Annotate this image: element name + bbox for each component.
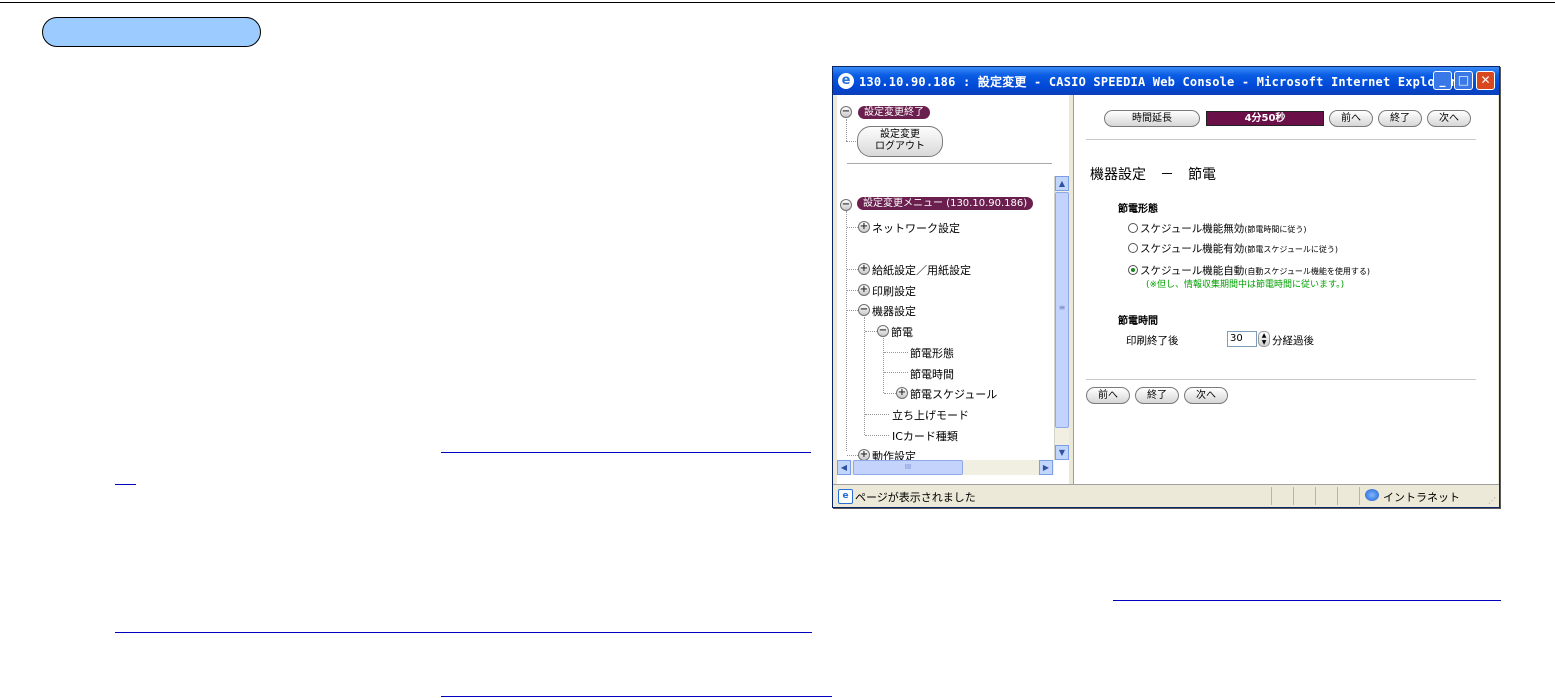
underline-link-1 (441, 452, 811, 453)
menu-frame: − 設定変更終了 設定変更 ログアウト − 設定変更メニュー (130.10.9… (837, 95, 1069, 484)
resize-grip-icon[interactable]: ⋰ (1488, 496, 1496, 505)
status-bar: e ページが表示されました イントラネット ⋰ (833, 484, 1499, 507)
spin-down-icon[interactable]: ▼ (1259, 339, 1269, 346)
option-label: スケジュール機能無効 (1140, 223, 1245, 235)
option-label: スケジュール機能有効 (1140, 243, 1245, 255)
scroll-down-button[interactable]: ▼ (1055, 445, 1069, 460)
mode-section-title: 節電形態 (1118, 204, 1158, 215)
option-note: (節電時間に従う) (1244, 225, 1307, 234)
next-button[interactable]: 次へ (1427, 110, 1471, 127)
close-button[interactable]: ✕ (1476, 71, 1495, 90)
minutes-input[interactable]: 30 (1227, 331, 1257, 347)
auto-note: (※但し、情報収集期間中は節電時間に従います。) (1146, 280, 1345, 290)
divider (847, 163, 1052, 164)
intranet-globe-icon (1365, 489, 1379, 501)
prev-button[interactable]: 前へ (1329, 110, 1373, 127)
hscroll-thumb[interactable]: III (853, 460, 963, 475)
logout-label-2: ログアウト (875, 141, 925, 152)
scroll-left-button[interactable]: ◀ (837, 460, 851, 475)
radio-enabled[interactable] (1128, 243, 1138, 253)
grip-icon: ≡ (1058, 303, 1066, 312)
option-note: (節電スケジュールに従う) (1244, 245, 1338, 254)
title-bar[interactable]: e 130.10.90.186 : 設定変更 - CASIO SPEEDIA W… (833, 67, 1499, 95)
time-section-title: 節電時間 (1118, 316, 1158, 327)
scroll-up-button[interactable]: ▲ (1055, 176, 1069, 191)
after-print-label: 印刷終了後 (1126, 335, 1179, 347)
collapse-icon[interactable]: − (840, 106, 852, 118)
tree-item-device[interactable]: 機器設定 (872, 303, 916, 319)
scroll-right-button[interactable]: ▶ (1039, 460, 1053, 475)
divider (1086, 379, 1476, 380)
bottom-prev-button[interactable]: 前へ (1086, 387, 1130, 404)
timer-display: 4分50秒 (1206, 111, 1324, 126)
hgrip-icon: III (904, 463, 912, 471)
tree-item-network[interactable]: ネットワーク設定 (872, 220, 960, 236)
logout-label-1: 設定変更 (880, 129, 920, 140)
ie-logo-icon: e (838, 73, 854, 89)
end-settings-header[interactable]: 設定変更終了 (858, 106, 930, 119)
section-pill (42, 17, 261, 47)
expand-icon[interactable]: + (858, 284, 870, 296)
option-note: (自動スケジュール機能を使用する) (1244, 267, 1370, 276)
tree-item-iccard[interactable]: ICカード種類 (892, 428, 958, 444)
window-title: 130.10.90.186 : 設定変更 - CASIO SPEEDIA Web… (859, 75, 1458, 89)
vertical-scrollbar[interactable]: ▲ ≡ ▼ (1054, 176, 1069, 460)
tree-item-power-save[interactable]: 節電 (891, 324, 913, 340)
scroll-thumb[interactable]: ≡ (1055, 192, 1069, 428)
bottom-next-button[interactable]: 次へ (1184, 387, 1228, 404)
end-button[interactable]: 終了 (1378, 110, 1422, 127)
option-enabled[interactable]: スケジュール機能有効(節電スケジュールに従う) (1128, 241, 1338, 256)
underline-link-4 (115, 632, 812, 633)
option-disabled[interactable]: スケジュール機能無効(節電時間に従う) (1128, 221, 1307, 236)
ie-window: e 130.10.90.186 : 設定変更 - CASIO SPEEDIA W… (832, 66, 1500, 508)
underline-link-3 (1113, 600, 1501, 601)
expand-icon[interactable]: + (858, 263, 870, 275)
minutes-suffix: 分経過後 (1272, 335, 1314, 347)
maximize-button[interactable]: □ (1454, 71, 1473, 90)
tree-item-paper[interactable]: 給紙設定／用紙設定 (872, 262, 971, 278)
tree-item-power-schedule[interactable]: 節電スケジュール (910, 386, 997, 402)
underline-link-5 (441, 696, 832, 697)
logout-button[interactable]: 設定変更 ログアウト (857, 126, 943, 157)
tree-item-print[interactable]: 印刷設定 (872, 283, 916, 299)
tree-item-startup[interactable]: 立ち上げモード (892, 407, 969, 423)
spin-up-icon[interactable]: ▲ (1259, 332, 1269, 339)
minimize-button[interactable]: _ (1433, 71, 1452, 90)
collapse-icon[interactable]: − (840, 199, 852, 211)
option-label: スケジュール機能自動 (1140, 265, 1245, 277)
tree-item-power-time[interactable]: 節電時間 (910, 366, 954, 382)
divider (1086, 139, 1476, 140)
content-frame: 時間延長 4分50秒 前へ 終了 次へ 機器設定 － 節電 節電形態 スケジュー… (1073, 95, 1498, 484)
settings-menu-header[interactable]: 設定変更メニュー (130.10.90.186) (857, 197, 1034, 210)
extend-time-button[interactable]: 時間延長 (1104, 110, 1200, 127)
radio-auto[interactable] (1128, 265, 1138, 275)
minutes-spinner[interactable]: ▲ ▼ (1258, 331, 1270, 347)
collapse-icon[interactable]: − (877, 325, 889, 337)
tree-item-power-mode[interactable]: 節電形態 (910, 345, 954, 361)
expand-icon[interactable]: + (896, 387, 908, 399)
page-title: 機器設定 － 節電 (1090, 167, 1216, 183)
radio-disabled[interactable] (1128, 223, 1138, 233)
zone-label: イントラネット (1383, 491, 1460, 504)
page-icon: e (838, 489, 853, 504)
option-auto[interactable]: スケジュール機能自動(自動スケジュール機能を使用する) (1128, 263, 1370, 278)
collapse-icon[interactable]: − (858, 304, 870, 316)
expand-icon[interactable]: + (858, 221, 870, 233)
status-message: ページが表示されました (855, 491, 976, 504)
bottom-end-button[interactable]: 終了 (1135, 387, 1179, 404)
top-rule (0, 2, 1555, 3)
underline-link-2 (115, 484, 136, 485)
horizontal-scrollbar[interactable]: ◀ III ▶ (837, 460, 1054, 475)
